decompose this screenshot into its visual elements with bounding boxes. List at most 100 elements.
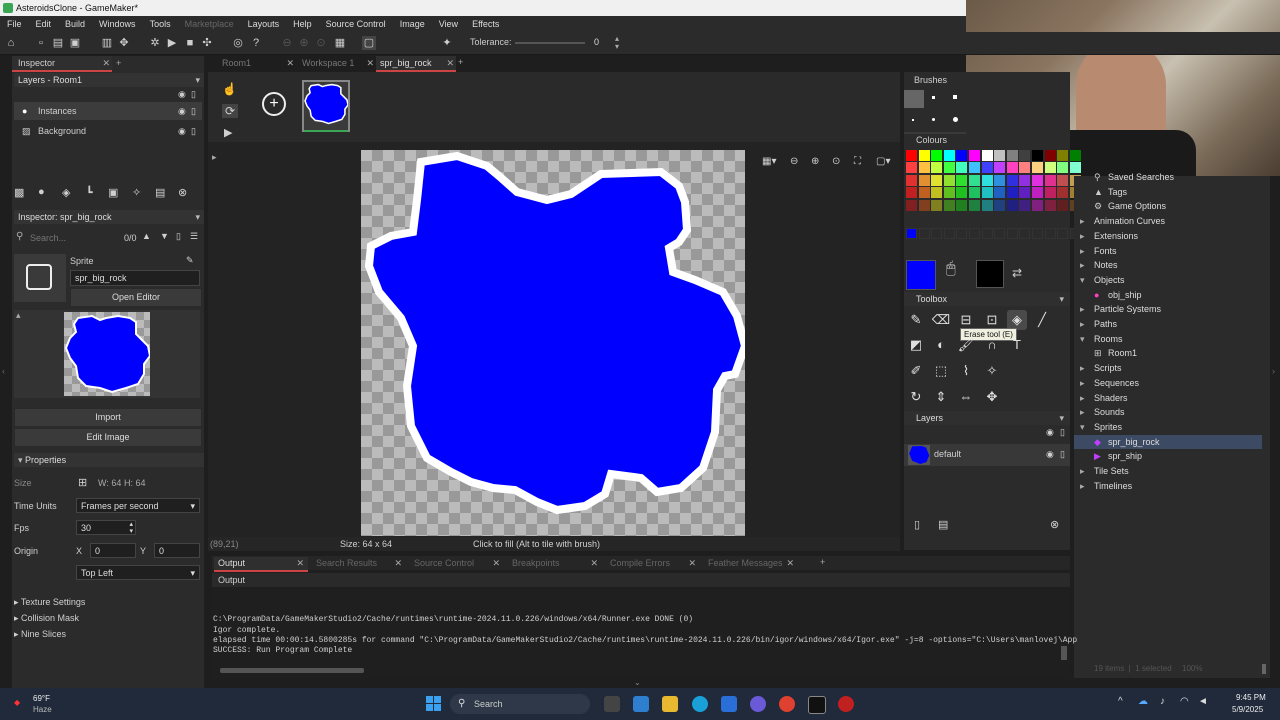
play-icon[interactable]: ▶ <box>224 126 232 139</box>
close-icon[interactable]: ✕ <box>786 557 794 570</box>
close-icon[interactable]: ✕ <box>296 557 304 570</box>
clean-icon[interactable]: ✣ <box>200 36 214 50</box>
eyedropper-tool-icon[interactable]: ✐ <box>906 361 926 381</box>
asset-tree-item[interactable]: ▲ Tags <box>1074 185 1262 199</box>
menu-tools[interactable]: Tools <box>143 16 178 32</box>
colour-swatch[interactable] <box>969 174 980 186</box>
task-view-icon[interactable] <box>604 696 620 712</box>
colour-swatch[interactable] <box>906 162 917 174</box>
colour-swatch[interactable] <box>918 162 930 174</box>
resize-icon[interactable]: ⊞ <box>78 476 87 489</box>
colour-swatch[interactable] <box>1057 162 1069 174</box>
asset-tree-item[interactable]: ▸ Notes <box>1074 258 1262 272</box>
home-icon[interactable]: ⌂ <box>4 36 18 50</box>
wifi-icon[interactable]: ◠ <box>1180 696 1189 707</box>
colour-swatch[interactable] <box>943 162 955 174</box>
asset-tree-item[interactable]: ⊞ Room1 <box>1074 346 1262 360</box>
fps-field[interactable]: 30 ▴ ▾ <box>76 520 136 535</box>
colour-swatch[interactable] <box>1032 199 1043 211</box>
asset-layer-icon[interactable]: ◈ <box>62 186 70 199</box>
time-units-select[interactable]: Frames per second ▾ <box>76 498 200 513</box>
colour-swatch[interactable] <box>906 187 917 199</box>
output-hscroll[interactable] <box>220 668 364 673</box>
menu-marketplace[interactable]: Marketplace <box>178 16 241 32</box>
expand-panel-icon[interactable]: ▸ <box>212 152 217 163</box>
close-icon[interactable]: ✕ <box>394 557 402 570</box>
output-vscroll[interactable] <box>1061 646 1067 660</box>
colour-swatch[interactable] <box>931 174 943 186</box>
colour-swatch[interactable] <box>994 174 1006 186</box>
curve-tool-icon[interactable]: ∩ <box>982 335 1002 355</box>
colour-swatch[interactable] <box>969 162 980 174</box>
close-icon[interactable]: ✕ <box>688 557 696 570</box>
zoom-out-icon[interactable]: ⊖ <box>790 156 798 167</box>
primary-colour-swatch[interactable] <box>906 260 936 290</box>
colour-palette[interactable] <box>906 150 1081 240</box>
recent-colour-swatch[interactable] <box>1044 228 1056 239</box>
store-icon[interactable] <box>721 696 737 712</box>
colour-swatch[interactable] <box>1006 187 1018 199</box>
close-icon[interactable]: ✕ <box>366 56 374 70</box>
tolerance-stepper[interactable]: ▴ ▾ <box>615 35 619 51</box>
menu-layouts[interactable]: Layouts <box>241 16 287 32</box>
recent-colour-swatch[interactable] <box>943 228 955 239</box>
recent-colour-swatch[interactable] <box>1006 228 1018 239</box>
tab-spr-big-rock[interactable]: spr_big_rock ✕ <box>376 56 456 72</box>
eye-icon[interactable]: ◉ <box>178 102 186 120</box>
colour-swatch[interactable] <box>918 174 930 186</box>
menu-build[interactable]: Build <box>58 16 92 32</box>
onedrive-icon[interactable]: ☁ <box>1138 696 1148 707</box>
recent-colour-swatch[interactable] <box>994 228 1006 239</box>
tab-workspace-1[interactable]: Workspace 1 ✕ <box>298 56 376 70</box>
close-icon[interactable]: ✕ <box>102 56 110 70</box>
grid-icon[interactable]: ▦ <box>333 36 347 50</box>
colour-swatch[interactable] <box>918 187 930 199</box>
colour-swatch[interactable] <box>1006 199 1018 211</box>
asset-tree-item[interactable]: ● obj_ship <box>1074 288 1262 302</box>
layer-background[interactable]: ▨ Background ◉ ▯ <box>14 122 202 140</box>
colour-swatch[interactable] <box>956 162 968 174</box>
folder-icon[interactable]: ▤ <box>155 186 165 199</box>
fit-screen-icon[interactable]: ⛶ <box>854 156 861 167</box>
menu-image[interactable]: Image <box>393 16 432 32</box>
asset-tree-item[interactable]: ▶ spr_ship <box>1074 449 1262 463</box>
chevron-down-icon[interactable]: ▼ <box>160 231 169 241</box>
tileset-layer-icon[interactable]: ▩ <box>14 186 24 199</box>
colour-swatch[interactable] <box>994 162 1006 174</box>
brush-2px[interactable] <box>932 96 935 99</box>
add-tab-icon[interactable]: + <box>116 56 121 70</box>
path-layer-icon[interactable]: ┗ <box>86 186 93 199</box>
onion-skin-icon[interactable]: ☝ <box>222 82 237 96</box>
output-tab[interactable]: Source Control ✕ <box>410 557 504 570</box>
weather-desc[interactable]: Haze <box>33 705 52 714</box>
rotate-tool-icon[interactable]: ↻ <box>906 387 926 407</box>
chevron-down-icon[interactable]: ▾ <box>195 210 200 224</box>
instance-layer-icon[interactable]: ▣ <box>108 186 118 199</box>
colour-swatch[interactable] <box>931 150 943 161</box>
colour-swatch[interactable] <box>1057 199 1069 211</box>
colour-swatch[interactable] <box>1044 199 1056 211</box>
eye-icon[interactable]: ◉ <box>1046 449 1054 460</box>
import-button[interactable]: Import <box>14 408 202 427</box>
menu-windows[interactable]: Windows <box>92 16 143 32</box>
colour-swatch[interactable] <box>931 199 943 211</box>
asset-tree-item[interactable]: ▾ Objects <box>1074 273 1262 287</box>
copilot-icon[interactable] <box>633 696 649 712</box>
brush-round-3[interactable] <box>953 117 958 122</box>
colour-swatch[interactable] <box>981 174 993 186</box>
effect-layer-icon[interactable]: ✧ <box>132 186 141 199</box>
run-icon[interactable]: ▶ <box>165 36 179 50</box>
lock-icon[interactable]: ▯ <box>191 122 196 140</box>
ellipse-tool-icon[interactable]: ◐ <box>931 335 951 355</box>
colour-swatch[interactable] <box>931 162 943 174</box>
colour-swatch[interactable] <box>1032 150 1043 161</box>
colour-swatch[interactable] <box>918 199 930 211</box>
colour-swatch[interactable] <box>943 150 955 161</box>
colour-swatch[interactable] <box>994 199 1006 211</box>
colour-swatch[interactable] <box>906 174 917 186</box>
lock-icon[interactable]: ▯ <box>1060 427 1065 438</box>
secondary-colour-swatch[interactable] <box>976 260 1004 288</box>
menu-effects[interactable]: Effects <box>465 16 506 32</box>
origin-y-field[interactable]: 0 <box>154 543 200 558</box>
menu-view[interactable]: View <box>432 16 465 32</box>
